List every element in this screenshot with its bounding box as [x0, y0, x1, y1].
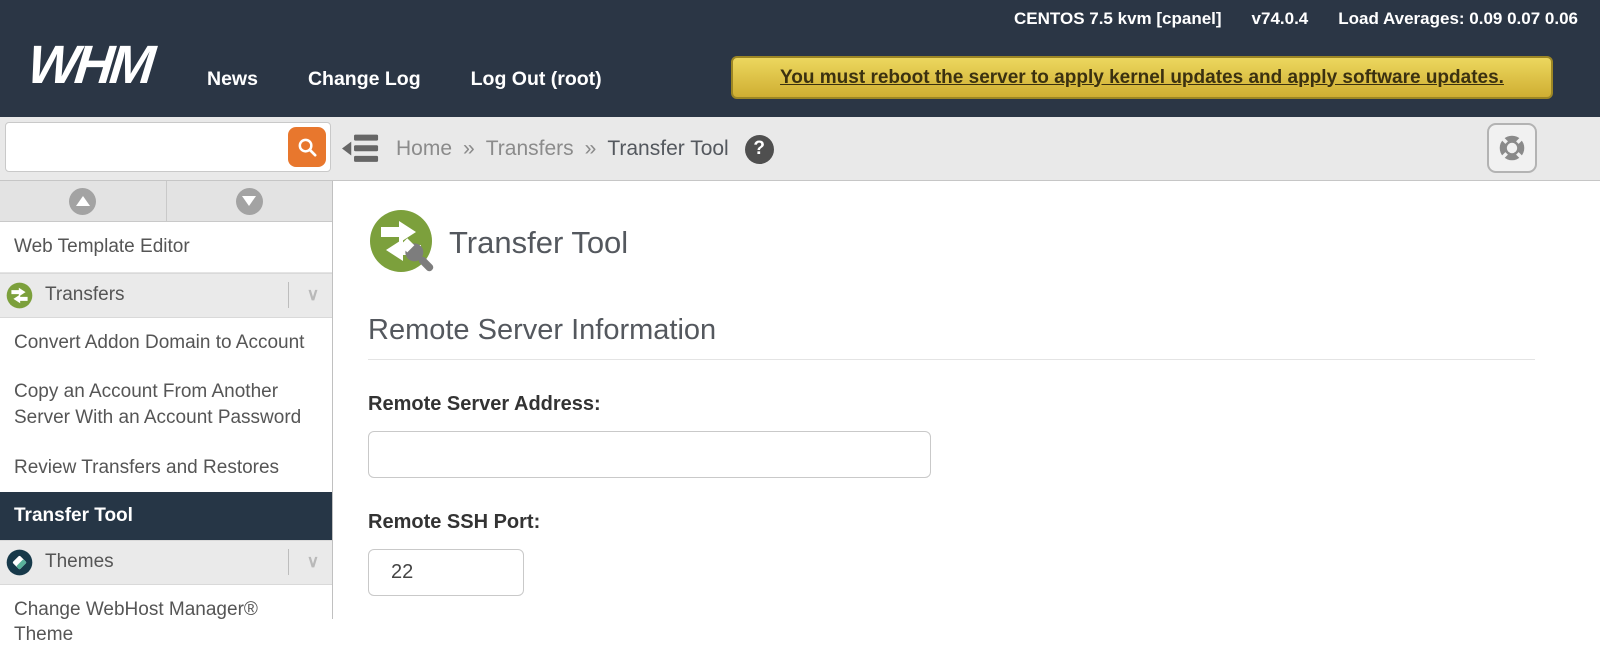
search-box	[5, 122, 331, 172]
header-strip: Home » Transfers » Transfer Tool ?	[0, 117, 1600, 181]
remote-ssh-port-input[interactable]	[368, 549, 524, 596]
sidebar-item-review-transfers[interactable]: Review Transfers and Restores	[0, 443, 332, 493]
sidebar-item-convert-addon-domain[interactable]: Convert Addon Domain to Account	[0, 318, 332, 368]
sidebar: Web Template Editor Transfers ∨ Convert …	[0, 181, 333, 619]
group-divider	[288, 549, 289, 575]
page-title: Transfer Tool	[449, 225, 628, 261]
arrow-up-icon	[69, 188, 96, 215]
search-input[interactable]	[6, 123, 286, 171]
main-content: Transfer Tool Remote Server Information …	[333, 181, 1600, 619]
sidebar-group-transfers[interactable]: Transfers ∨	[0, 273, 332, 318]
sidebar-item-transfer-tool[interactable]: Transfer Tool	[0, 492, 332, 540]
system-info: CENTOS 7.5 kvm [cpanel]	[1014, 9, 1222, 29]
breadcrumb-separator: »	[585, 137, 597, 161]
whm-version: v74.0.4	[1252, 9, 1309, 29]
breadcrumb-current: Transfer Tool	[607, 137, 728, 161]
section-title: Remote Server Information	[368, 314, 1535, 360]
server-status-bar: CENTOS 7.5 kvm [cpanel] v74.0.4 Load Ave…	[1014, 9, 1578, 29]
support-button[interactable]	[1487, 123, 1537, 173]
breadcrumb-home[interactable]: Home	[396, 137, 452, 161]
scroll-down-button[interactable]	[166, 181, 333, 221]
arrow-down-icon	[236, 188, 263, 215]
group-divider	[288, 282, 289, 308]
nav-links: News Change Log Log Out (root)	[207, 68, 602, 91]
lifesaver-icon	[1495, 131, 1529, 165]
sidebar-scroll-controls	[0, 181, 332, 222]
sidebar-group-label: Themes	[45, 551, 288, 573]
themes-icon	[6, 549, 33, 576]
sidebar-group-label: Transfers	[45, 284, 288, 306]
nav-link-news[interactable]: News	[207, 68, 258, 91]
sidebar-item-copy-account[interactable]: Copy an Account From Another Server With…	[0, 367, 332, 442]
nav-link-change-log[interactable]: Change Log	[308, 68, 421, 91]
scroll-up-button[interactable]	[0, 181, 166, 221]
sidebar-group-themes[interactable]: Themes ∨	[0, 540, 332, 585]
top-navbar: CENTOS 7.5 kvm [cpanel] v74.0.4 Load Ave…	[0, 0, 1600, 117]
chevron-down-icon[interactable]: ∨	[302, 552, 324, 572]
transfers-icon	[6, 282, 33, 309]
reboot-alert-link[interactable]: You must reboot the server to apply kern…	[780, 67, 1504, 89]
load-averages: Load Averages: 0.09 0.07 0.06	[1338, 9, 1578, 29]
breadcrumb: Home » Transfers » Transfer Tool ?	[396, 117, 774, 181]
remote-server-address-input[interactable]	[368, 431, 931, 478]
search-icon	[296, 136, 319, 159]
search-button[interactable]	[288, 127, 326, 167]
reboot-alert-banner[interactable]: You must reboot the server to apply kern…	[731, 56, 1553, 99]
transfer-tool-icon	[368, 208, 438, 278]
remote-server-address-label: Remote Server Address:	[368, 393, 1535, 416]
remote-ssh-port-label: Remote SSH Port:	[368, 511, 1535, 534]
nav-link-log-out[interactable]: Log Out (root)	[471, 68, 602, 91]
help-icon[interactable]: ?	[745, 135, 774, 164]
sidebar-item-web-template-editor[interactable]: Web Template Editor	[0, 222, 332, 273]
breadcrumb-transfers[interactable]: Transfers	[486, 137, 574, 161]
page-title-row: Transfer Tool	[368, 208, 1535, 278]
chevron-down-icon[interactable]: ∨	[302, 285, 324, 305]
collapse-sidebar-icon[interactable]	[342, 132, 379, 165]
sidebar-item-change-whm-theme[interactable]: Change WebHost Manager® Theme	[0, 585, 332, 660]
whm-logo[interactable]: WHM	[25, 34, 154, 96]
breadcrumb-separator: »	[463, 137, 475, 161]
